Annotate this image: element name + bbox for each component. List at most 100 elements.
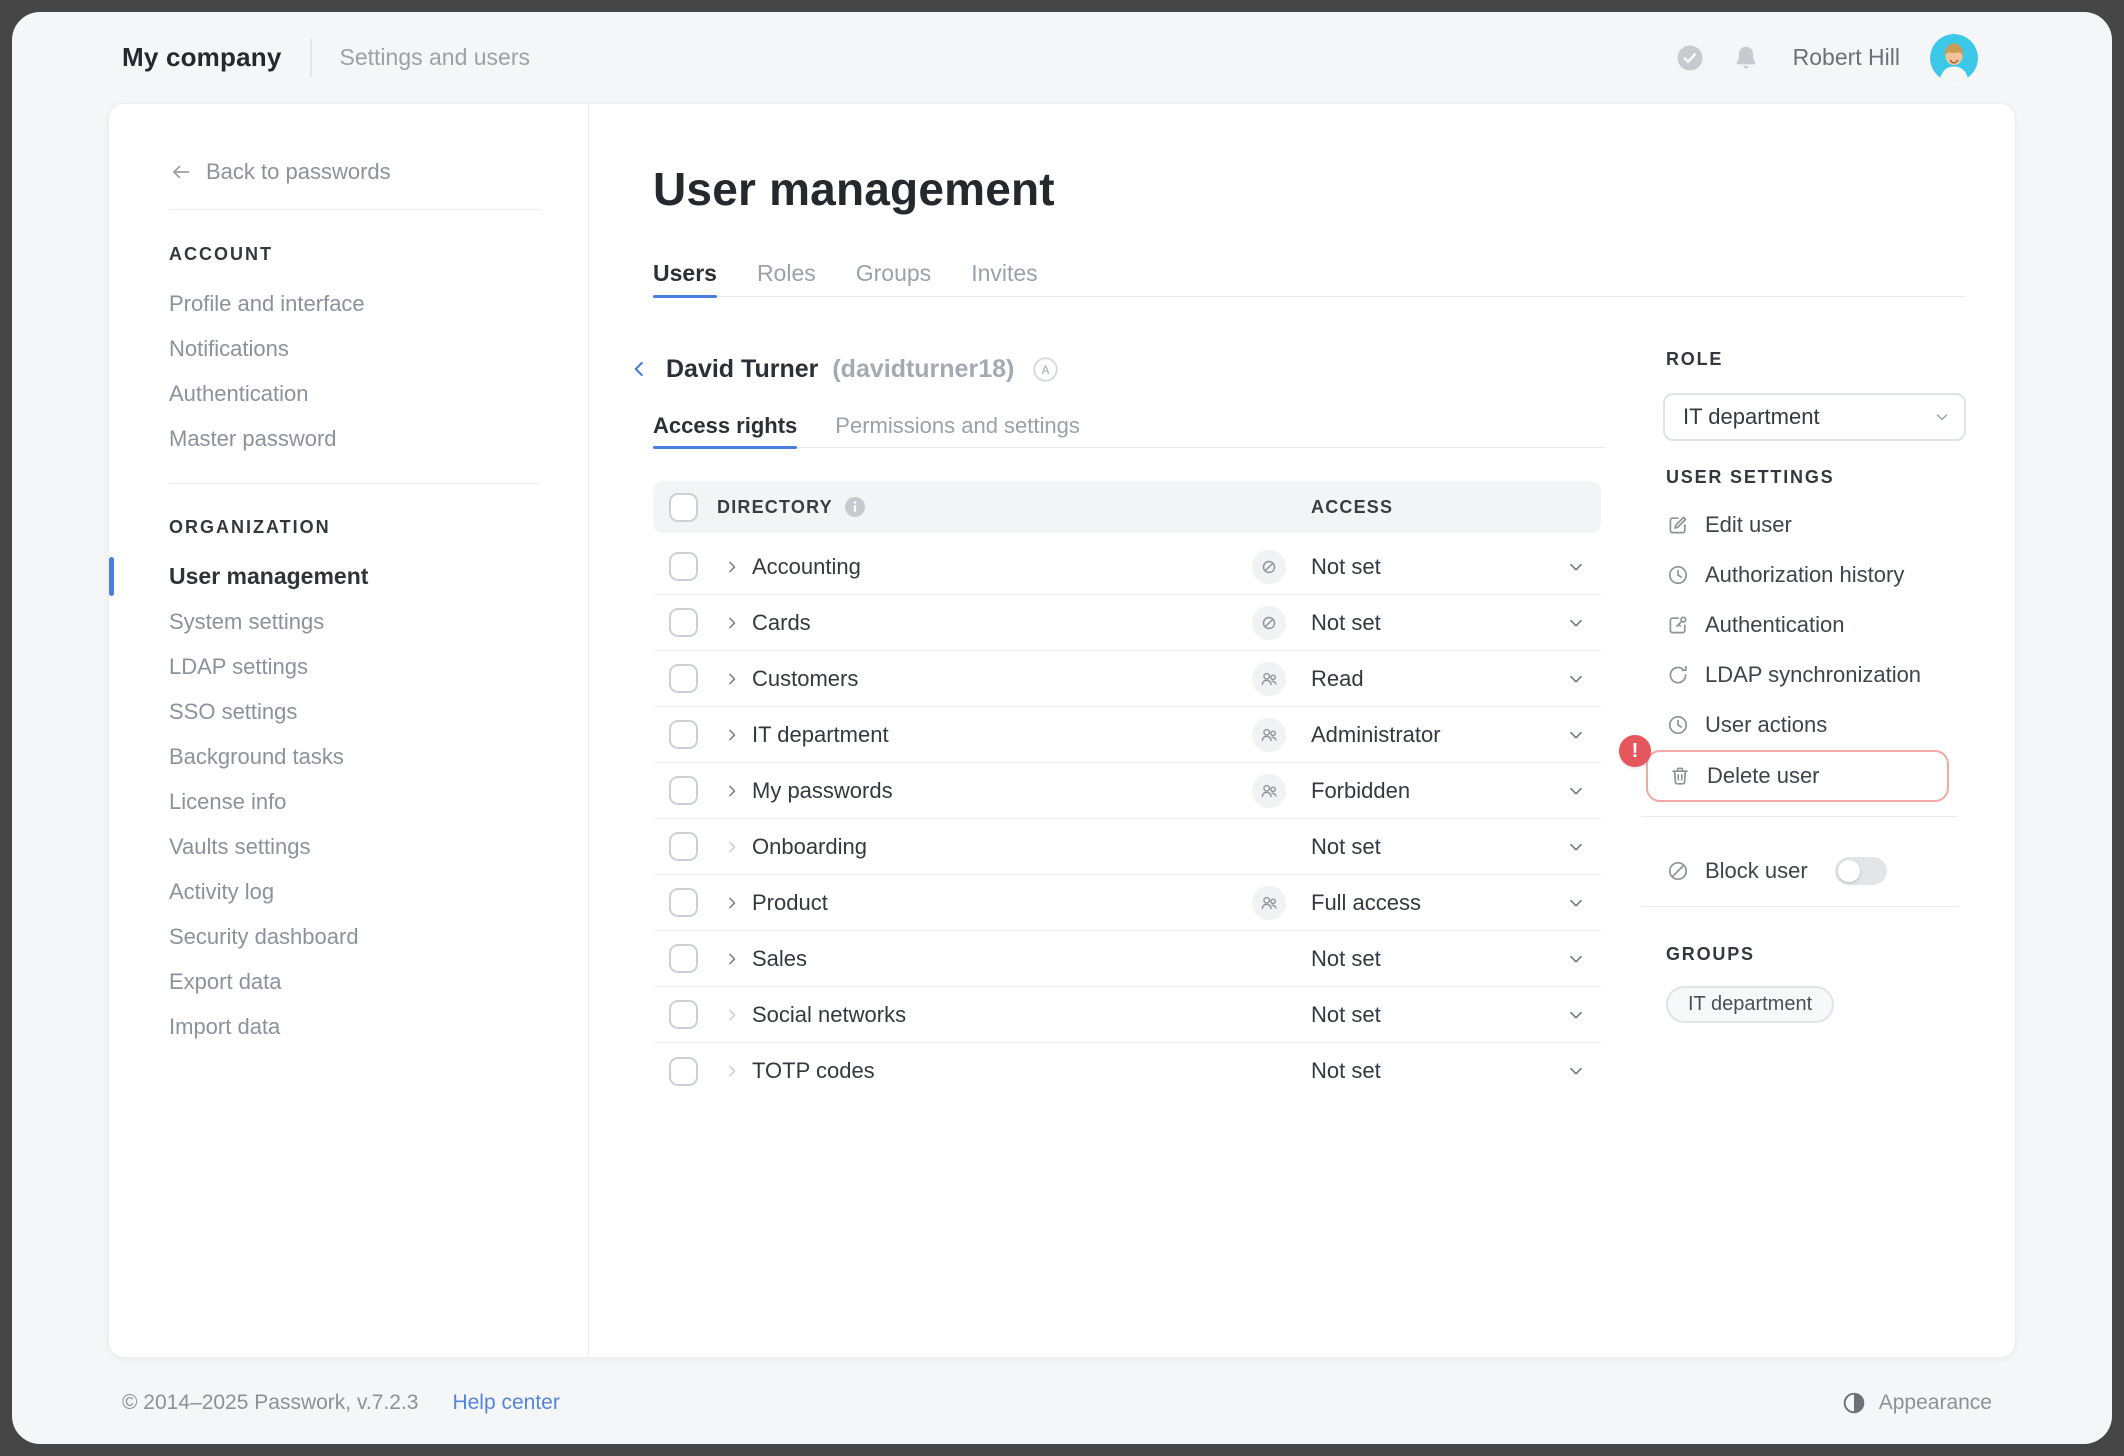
row-checkbox[interactable] (669, 720, 698, 749)
access-value: Not set (1311, 610, 1381, 636)
authentication-button[interactable]: Authentication (1666, 600, 1966, 650)
access-dropdown-chevron-icon[interactable] (1565, 612, 1587, 634)
directory-name[interactable]: TOTP codes (752, 1058, 875, 1084)
chevron-down-icon (1932, 407, 1952, 427)
back-to-passwords-link[interactable]: Back to passwords (169, 159, 391, 185)
expand-chevron-icon[interactable] (722, 725, 742, 745)
select-all-checkbox[interactable] (669, 493, 698, 522)
not-set-icon (1252, 606, 1286, 640)
user-actions-button[interactable]: User actions (1666, 700, 1966, 750)
help-center-link[interactable]: Help center (452, 1391, 559, 1415)
table-row: AccountingNot set (653, 539, 1601, 595)
access-dropdown-chevron-icon[interactable] (1565, 556, 1587, 578)
sidebar-item-sso-settings[interactable]: SSO settings (109, 689, 588, 734)
sidebar-item-ldap-settings[interactable]: LDAP settings (109, 644, 588, 689)
access-dropdown-chevron-icon[interactable] (1565, 724, 1587, 746)
directory-name[interactable]: Cards (752, 610, 811, 636)
access-dropdown-chevron-icon[interactable] (1565, 1004, 1587, 1026)
expand-chevron-icon[interactable] (722, 837, 742, 857)
appearance-label: Appearance (1879, 1391, 1992, 1415)
expand-chevron-icon[interactable] (722, 613, 742, 633)
edit-icon (1666, 513, 1690, 537)
directory-name[interactable]: IT department (752, 722, 889, 748)
divider (1641, 906, 1958, 907)
ldap-synchronization-button[interactable]: LDAP synchronization (1666, 650, 1966, 700)
subtab-access-rights[interactable]: Access rights (653, 405, 797, 447)
directory-name[interactable]: Sales (752, 946, 807, 972)
directory-name[interactable]: Customers (752, 666, 858, 692)
tab-roles[interactable]: Roles (757, 251, 816, 296)
check-circle-icon[interactable] (1675, 43, 1705, 73)
tab-users[interactable]: Users (653, 251, 717, 296)
sidebar-item-user-management[interactable]: User management (109, 554, 588, 599)
company-name[interactable]: My company (122, 42, 282, 73)
directory-name[interactable]: Social networks (752, 1002, 906, 1028)
action-label: LDAP synchronization (1705, 662, 1921, 688)
sidebar-section-organization: ORGANIZATION (169, 517, 331, 538)
group-chip[interactable]: IT department (1666, 986, 1834, 1023)
row-checkbox[interactable] (669, 944, 698, 973)
authorization-history-button[interactable]: Authorization history (1666, 550, 1966, 600)
appearance-toggle[interactable]: Appearance (1841, 1390, 1992, 1416)
expand-chevron-icon[interactable] (722, 949, 742, 969)
row-checkbox[interactable] (669, 664, 698, 693)
row-checkbox[interactable] (669, 888, 698, 917)
expand-chevron-icon[interactable] (722, 893, 742, 913)
sidebar-item-activity-log[interactable]: Activity log (109, 869, 588, 914)
role-select[interactable]: IT department (1663, 393, 1966, 441)
access-dropdown-chevron-icon[interactable] (1565, 836, 1587, 858)
access-dropdown-chevron-icon[interactable] (1565, 892, 1587, 914)
row-checkbox[interactable] (669, 552, 698, 581)
toggle-knob (1838, 860, 1860, 882)
subtab-permissions-and-settings[interactable]: Permissions and settings (835, 405, 1080, 447)
table-row: CustomersRead (653, 651, 1601, 707)
back-chevron-icon[interactable] (626, 356, 652, 382)
groups-list: IT department (1666, 986, 1834, 1023)
info-icon[interactable] (843, 495, 867, 519)
row-checkbox[interactable] (669, 832, 698, 861)
directory-name[interactable]: Product (752, 890, 828, 916)
bell-icon[interactable] (1731, 43, 1761, 73)
clock-icon (1666, 563, 1690, 587)
back-label: Back to passwords (206, 159, 391, 185)
tab-invites[interactable]: Invites (971, 251, 1037, 296)
directory-name[interactable]: Accounting (752, 554, 861, 580)
sidebar-item-export-data[interactable]: Export data (109, 959, 588, 1004)
footer: © 2014–2025 Passwork, v.7.2.3 Help cente… (122, 1382, 1992, 1424)
sidebar-item-import-data[interactable]: Import data (109, 1004, 588, 1049)
sidebar-item-authentication[interactable]: Authentication (109, 371, 588, 416)
sidebar-item-security-dashboard[interactable]: Security dashboard (109, 914, 588, 959)
directory-name[interactable]: Onboarding (752, 834, 867, 860)
access-dropdown-chevron-icon[interactable] (1565, 668, 1587, 690)
row-checkbox[interactable] (669, 608, 698, 637)
sidebar-item-background-tasks[interactable]: Background tasks (109, 734, 588, 779)
expand-chevron-icon[interactable] (722, 1005, 742, 1025)
access-value: Not set (1311, 1058, 1381, 1084)
row-checkbox[interactable] (669, 1057, 698, 1086)
app-window: My company Settings and users Robert Hil… (12, 12, 2112, 1444)
sidebar-item-vaults-settings[interactable]: Vaults settings (109, 824, 588, 869)
expand-chevron-icon[interactable] (722, 1061, 742, 1081)
directory-name[interactable]: My passwords (752, 778, 893, 804)
sidebar-item-system-settings[interactable]: System settings (109, 599, 588, 644)
expand-chevron-icon[interactable] (722, 557, 742, 577)
sidebar-item-master-password[interactable]: Master password (109, 416, 588, 461)
access-dropdown-chevron-icon[interactable] (1565, 948, 1587, 970)
expand-chevron-icon[interactable] (722, 781, 742, 801)
sidebar-item-license-info[interactable]: License info (109, 779, 588, 824)
access-dropdown-chevron-icon[interactable] (1565, 780, 1587, 802)
delete-user-button[interactable]: !Delete user (1646, 750, 1949, 802)
current-user-name[interactable]: Robert Hill (1793, 44, 1900, 71)
block-user-toggle[interactable] (1835, 857, 1887, 885)
access-dropdown-chevron-icon[interactable] (1565, 1060, 1587, 1082)
edit-user-button[interactable]: Edit user (1666, 500, 1966, 550)
row-checkbox[interactable] (669, 1000, 698, 1029)
user-avatar[interactable] (1930, 34, 1978, 82)
topbar-section-title: Settings and users (340, 44, 531, 71)
row-checkbox[interactable] (669, 776, 698, 805)
sidebar-item-notifications[interactable]: Notifications (109, 326, 588, 371)
role-select-value: IT department (1683, 404, 1820, 430)
tab-groups[interactable]: Groups (856, 251, 931, 296)
sidebar-item-profile-and-interface[interactable]: Profile and interface (109, 281, 588, 326)
expand-chevron-icon[interactable] (722, 669, 742, 689)
